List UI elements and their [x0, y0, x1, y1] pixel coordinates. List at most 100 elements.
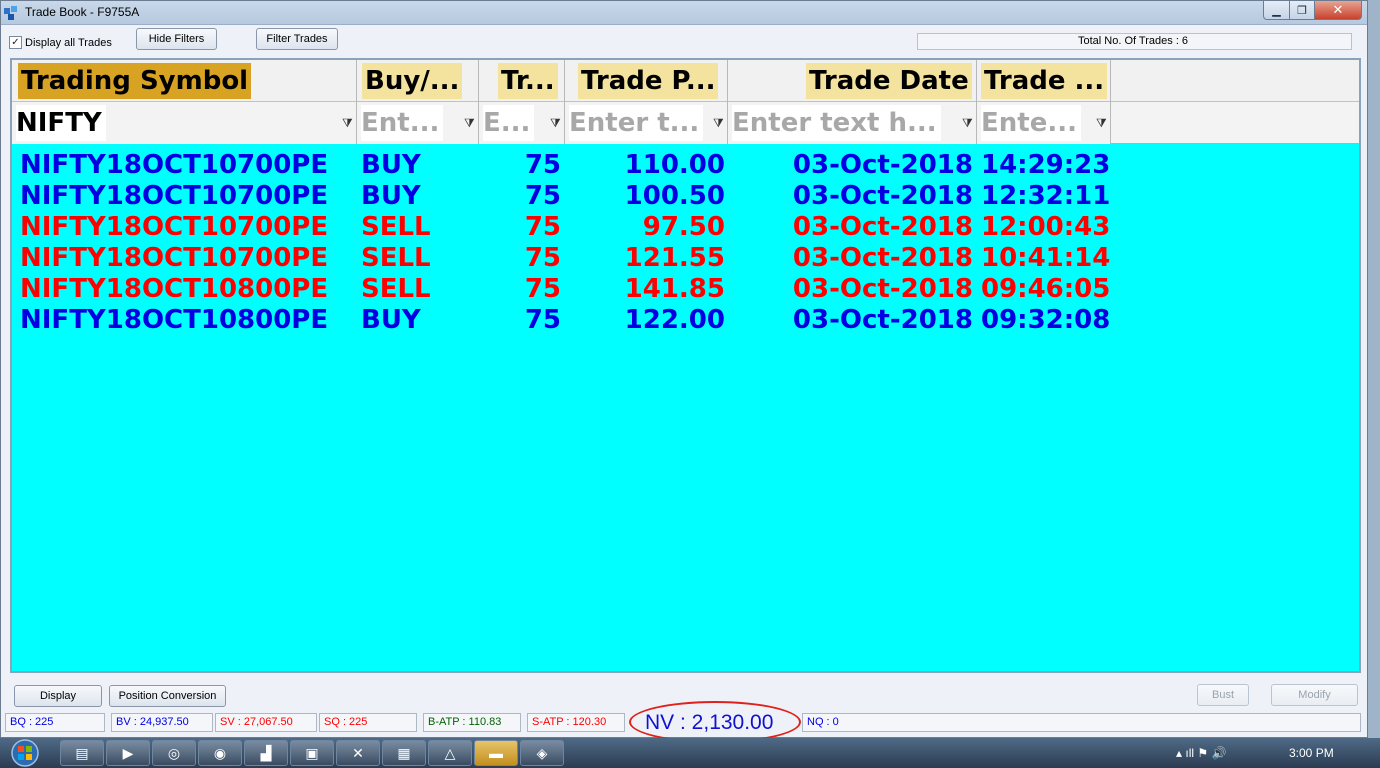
window-manager-taskbar-icon[interactable]: ▣: [290, 740, 334, 766]
col-header-label: Tr...: [498, 63, 558, 99]
trades-grid: Trading Symbol Buy/... Tr... Trade P... …: [10, 58, 1361, 673]
acrobat-taskbar-icon[interactable]: ▟: [244, 740, 288, 766]
cell-trade-date: 03-Oct-2018: [792, 212, 973, 242]
filter-funnel-icon[interactable]: ⧩: [550, 116, 562, 130]
col-header-trade-time[interactable]: Trade ...: [977, 60, 1111, 102]
minimize-button[interactable]: ▁: [1263, 1, 1290, 20]
display-all-checkbox[interactable]: ✓: [9, 36, 22, 49]
status-batp: B-ATP : 110.83: [423, 713, 521, 732]
filter-funnel-icon[interactable]: ⧩: [464, 116, 476, 130]
cell-trading-symbol: NIFTY18OCT10700PE: [20, 181, 329, 211]
excel-taskbar-icon[interactable]: ✕: [336, 740, 380, 766]
table-row[interactable]: NIFTY18OCT10700PE BUY 75 110.00 03-Oct-2018 1…: [12, 150, 1112, 181]
bust-button[interactable]: Bust: [1197, 684, 1249, 706]
col-header-trade-qty[interactable]: Tr...: [479, 60, 565, 102]
cell-buy-sell: BUY: [361, 181, 421, 211]
cell-trade-time: 12:32:11: [981, 181, 1111, 211]
filter-input[interactable]: E...: [483, 105, 535, 141]
table-row[interactable]: NIFTY18OCT10700PE SELL 75 97.50 03-Oct-2018 1…: [12, 212, 1112, 243]
table-row[interactable]: NIFTY18OCT10800PE SELL 75 141.85 03-Oct-2018…: [12, 274, 1112, 305]
col-header-label: Trade Date: [806, 63, 972, 99]
col-header-label: Trading Symbol: [18, 63, 252, 99]
col-header-trading-symbol[interactable]: Trading Symbol: [12, 60, 357, 102]
filter-input[interactable]: Enter t...: [569, 105, 704, 141]
trading-app-taskbar-icon[interactable]: △: [428, 740, 472, 766]
chrome-taskbar-icon[interactable]: ◉: [198, 740, 242, 766]
col-header-trade-date[interactable]: Trade Date: [728, 60, 977, 102]
close-button[interactable]: ✕: [1314, 1, 1362, 20]
cell-trade-date: 03-Oct-2018: [792, 243, 973, 273]
cell-trading-symbol: NIFTY18OCT10700PE: [20, 243, 329, 273]
status-bv: BV : 24,937.50: [111, 713, 213, 732]
filter-trade-date[interactable]: Enter text h... ⧩: [728, 102, 977, 144]
cell-trade-time: 09:46:05: [981, 274, 1111, 304]
clock[interactable]: 3:00 PM: [1289, 746, 1334, 760]
filter-input[interactable]: Enter text h...: [732, 105, 941, 141]
maximize-button[interactable]: ❐: [1289, 1, 1315, 20]
chart-app-taskbar-icon[interactable]: ◈: [520, 740, 564, 766]
cell-trading-symbol: NIFTY18OCT10700PE: [20, 212, 329, 242]
calculator-taskbar-icon[interactable]: ▦: [382, 740, 426, 766]
filter-buy-sell[interactable]: Ent... ⧩: [357, 102, 479, 144]
filter-input[interactable]: Ent...: [361, 105, 444, 141]
total-trades-box: Total No. Of Trades : 6: [917, 33, 1352, 50]
table-row[interactable]: NIFTY18OCT10800PE BUY 75 122.00 03-Oct-2018 0…: [12, 305, 1112, 336]
cell-trade-time: 10:41:14: [981, 243, 1111, 273]
col-header-trade-price[interactable]: Trade P...: [565, 60, 728, 102]
toolbar: ✓ Display all Trades Hide Filters Filter…: [1, 26, 1367, 56]
filter-trade-qty[interactable]: E... ⧩: [479, 102, 565, 144]
lifebuoy-taskbar-icon[interactable]: ◎: [152, 740, 196, 766]
status-satp: S-ATP : 120.30: [527, 713, 625, 732]
cell-trade-price: 110.00: [624, 150, 725, 180]
cell-buy-sell: SELL: [361, 243, 431, 273]
status-nq: NQ : 0: [802, 713, 1361, 732]
media-player-taskbar-icon[interactable]: ▶: [106, 740, 150, 766]
filter-input[interactable]: Ente...: [981, 105, 1081, 141]
cell-trade-time: 09:32:08: [981, 305, 1111, 335]
filter-funnel-icon[interactable]: ⧩: [342, 116, 354, 130]
filter-input[interactable]: NIFTY: [16, 105, 106, 141]
cell-trade-date: 03-Oct-2018: [792, 150, 973, 180]
title-bar[interactable]: Trade Book - F9755A ▁ ❐ ✕: [1, 1, 1367, 25]
table-row[interactable]: NIFTY18OCT10700PE SELL 75 121.55 03-Oct-2018…: [12, 243, 1112, 274]
total-trades-text: Total No. Of Trades : 6: [1078, 35, 1189, 47]
table-row[interactable]: NIFTY18OCT10700PE BUY 75 100.50 03-Oct-2018 1…: [12, 181, 1112, 212]
filter-trade-price[interactable]: Enter t... ⧩: [565, 102, 728, 144]
filter-trading-symbol[interactable]: NIFTY ⧩: [12, 102, 357, 144]
hide-filters-button[interactable]: Hide Filters: [136, 28, 217, 50]
cell-trade-qty: 75: [524, 212, 561, 242]
cell-trade-date: 03-Oct-2018: [792, 305, 973, 335]
filter-funnel-icon[interactable]: ⧩: [962, 116, 974, 130]
cell-trade-date: 03-Oct-2018: [792, 181, 973, 211]
window-title: Trade Book - F9755A: [25, 5, 140, 19]
display-button[interactable]: Display: [14, 685, 102, 707]
trade-book-taskbar-icon[interactable]: ▬: [474, 740, 518, 766]
cell-buy-sell: SELL: [361, 274, 431, 304]
taskbar: ▤ ▶ ◎ ◉ ▟ ▣ ✕ ▦ △ ▬ ◈ ▴ ıll ⚑ 🔊 3:00 PM: [0, 738, 1380, 768]
display-all-label[interactable]: Display all Trades: [25, 37, 112, 49]
cell-trade-qty: 75: [524, 181, 561, 211]
filter-trade-time[interactable]: Ente... ⧩: [977, 102, 1111, 144]
cell-trading-symbol: NIFTY18OCT10800PE: [20, 305, 329, 335]
status-sq: SQ : 225: [319, 713, 417, 732]
status-nv: NV : 2,130.00: [645, 711, 774, 734]
cell-buy-sell: BUY: [361, 150, 421, 180]
explorer-taskbar-icon[interactable]: ▤: [60, 740, 104, 766]
system-tray-icons[interactable]: ▴ ıll ⚑ 🔊: [1176, 746, 1226, 760]
cell-trade-qty: 75: [524, 243, 561, 273]
col-header-label: Buy/...: [362, 63, 463, 99]
filter-trades-button[interactable]: Filter Trades: [256, 28, 338, 50]
filter-funnel-icon[interactable]: ⧩: [713, 116, 725, 130]
col-header-label: Trade ...: [981, 63, 1108, 99]
cell-trade-price: 97.50: [642, 212, 725, 242]
filter-funnel-icon[interactable]: ⧩: [1096, 116, 1108, 130]
cell-trade-time: 12:00:43: [981, 212, 1111, 242]
start-button-icon[interactable]: [4, 738, 46, 768]
cell-buy-sell: SELL: [361, 212, 431, 242]
cell-trade-price: 122.00: [624, 305, 725, 335]
modify-button[interactable]: Modify: [1271, 684, 1358, 706]
grid-header-row: Trading Symbol Buy/... Tr... Trade P... …: [12, 60, 1359, 102]
position-conversion-button[interactable]: Position Conversion: [109, 685, 226, 707]
col-header-buy-sell[interactable]: Buy/...: [357, 60, 479, 102]
cell-trade-date: 03-Oct-2018: [792, 274, 973, 304]
